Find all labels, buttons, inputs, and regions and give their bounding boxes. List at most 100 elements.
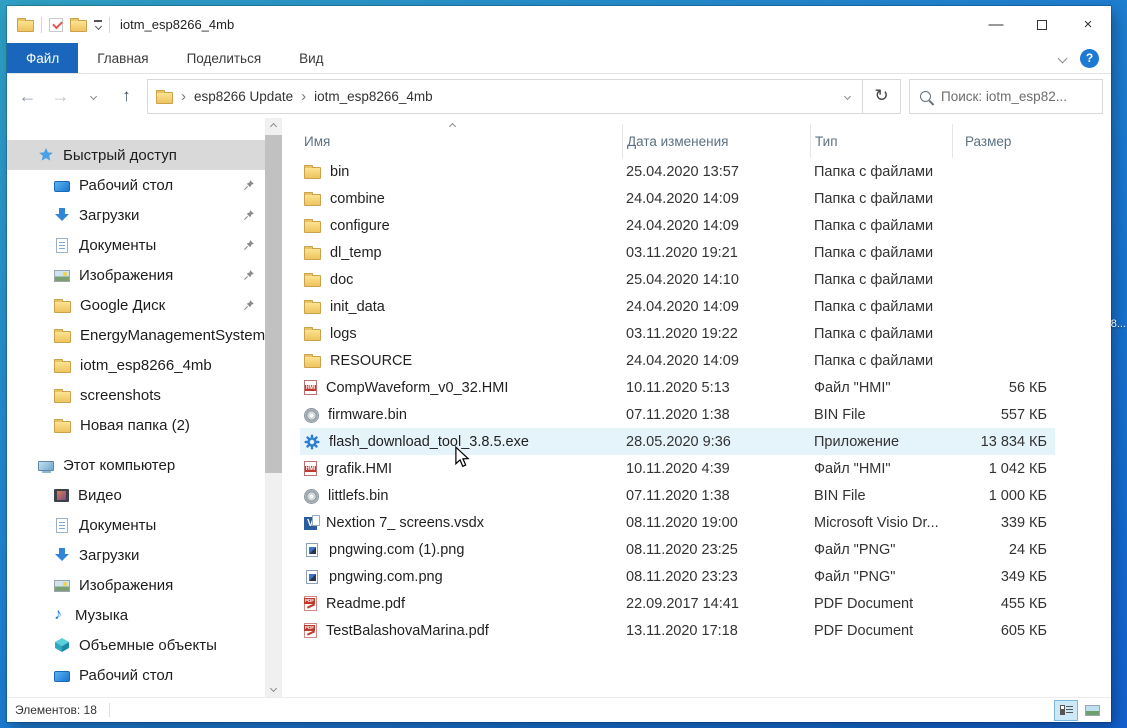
sidebar-item-downloads-qa[interactable]: Загрузки <box>7 200 265 230</box>
sidebar-item-documents-pc[interactable]: Документы <box>7 510 265 540</box>
folder-icon <box>304 275 321 287</box>
3d-objects-icon <box>54 637 70 653</box>
sidebar-item-label: Рабочий стол <box>79 177 173 194</box>
back-button[interactable]: ← <box>11 79 44 113</box>
address-bar[interactable]: › esp8266 Update › iotm_esp8266_4mb <box>147 79 863 114</box>
tab-file[interactable]: Файл <box>7 43 78 73</box>
forward-button[interactable]: → <box>44 79 77 113</box>
file-type: Папка с файлами <box>810 218 952 234</box>
file-row[interactable]: init_data 24.04.2020 14:09 Папка с файла… <box>300 293 1055 320</box>
desktop-icon-label-fragment: 8... <box>1111 318 1126 330</box>
details-view-icon <box>1060 704 1073 716</box>
sidebar-item-label: Видео <box>78 487 122 504</box>
breadcrumb-item-parent[interactable]: esp8266 Update <box>194 89 293 104</box>
breadcrumb-item-current[interactable]: iotm_esp8266_4mb <box>314 89 433 104</box>
navigation-pane: Быстрый доступ Рабочий стол Загрузки Док… <box>7 118 265 697</box>
sidebar-item-iotm-folder[interactable]: iotm_esp8266_4mb <box>7 350 265 380</box>
file-name: littlefs.bin <box>328 488 388 504</box>
sidebar-item-label: Документы <box>79 237 156 254</box>
downloads-icon <box>54 548 70 563</box>
file-row[interactable]: grafik.HMI 10.11.2020 4:39 Файл "HMI" 1 … <box>300 455 1055 482</box>
tab-view[interactable]: Вид <box>280 43 342 73</box>
help-icon[interactable]: ? <box>1080 49 1099 68</box>
sidebar-item-this-pc[interactable]: Этот компьютер <box>7 450 265 480</box>
sidebar-item-screenshots-folder[interactable]: screenshots <box>7 380 265 410</box>
file-row[interactable]: pngwing.com.png 08.11.2020 23:23 Файл "P… <box>300 563 1055 590</box>
file-row[interactable]: bin 25.04.2020 13:57 Папка с файлами <box>300 158 1055 185</box>
file-row[interactable]: RESOURCE 24.04.2020 14:09 Папка с файлам… <box>300 347 1055 374</box>
sidebar-item-pictures-pc[interactable]: Изображения <box>7 570 265 600</box>
sidebar-item-videos[interactable]: Видео <box>7 480 265 510</box>
file-type: Файл "HMI" <box>810 380 952 396</box>
file-list: Имя Дата изменения Тип Размер bin 25.04.… <box>282 118 1111 697</box>
sidebar-item-label: Новая папка (2) <box>80 417 190 434</box>
file-row[interactable]: TestBalashovaMarina.pdf 13.11.2020 17:18… <box>300 617 1055 644</box>
scrollbar-track[interactable] <box>265 135 282 680</box>
sidebar-item-pictures-qa[interactable]: Изображения <box>7 260 265 290</box>
sidebar-item-desktop-qa[interactable]: Рабочий стол <box>7 170 265 200</box>
qat-check-icon[interactable] <box>49 18 63 32</box>
scroll-up-icon[interactable] <box>265 118 282 135</box>
recent-locations-dropdown[interactable] <box>77 79 110 113</box>
qat-customize-dropdown[interactable] <box>94 20 102 29</box>
file-size: 24 КБ <box>952 542 1055 558</box>
file-size: 1 042 КБ <box>952 461 1055 477</box>
file-size: 13 834 КБ <box>952 434 1055 450</box>
file-type: BIN File <box>810 407 952 423</box>
file-row[interactable]: dl_temp 03.11.2020 19:21 Папка с файлами <box>300 239 1055 266</box>
file-row[interactable]: Nextion 7_ screens.vsdx 08.11.2020 19:00… <box>300 509 1055 536</box>
column-header-size[interactable]: Размер <box>952 124 1055 158</box>
tab-home[interactable]: Главная <box>78 43 167 73</box>
navigation-bar: ← → ↑ › esp8266 Update › iotm_esp8266_4m… <box>7 74 1111 118</box>
maximize-button[interactable] <box>1019 6 1065 43</box>
sidebar-item-quick-access[interactable]: Быстрый доступ <box>7 140 265 170</box>
address-dropdown-icon[interactable] <box>832 80 862 113</box>
refresh-button[interactable]: ↻ <box>863 79 901 114</box>
file-row[interactable]: firmware.bin 07.11.2020 1:38 BIN File 55… <box>300 401 1055 428</box>
minimize-button[interactable]: — <box>973 6 1019 43</box>
column-header-date[interactable]: Дата изменения <box>622 124 810 158</box>
expand-ribbon-icon[interactable] <box>1058 53 1068 63</box>
sidebar-scrollbar[interactable] <box>265 118 282 697</box>
file-row[interactable]: logs 03.11.2020 19:22 Папка с файлами <box>300 320 1055 347</box>
file-type: Microsoft Visio Dr... <box>810 515 952 531</box>
file-date: 24.04.2020 14:09 <box>622 353 810 369</box>
sidebar-item-new-folder[interactable]: Новая папка (2) <box>7 410 265 440</box>
folder-icon <box>304 167 321 179</box>
breadcrumb-separator: › <box>177 88 190 105</box>
thumbnails-view-button[interactable] <box>1081 701 1103 720</box>
scrollbar-thumb[interactable] <box>265 135 282 473</box>
file-row[interactable]: CompWaveform_v0_32.HMI 10.11.2020 5:13 Ф… <box>300 374 1055 401</box>
close-button[interactable]: × <box>1065 6 1111 43</box>
file-row[interactable]: littlefs.bin 07.11.2020 1:38 BIN File 1 … <box>300 482 1055 509</box>
file-row-hovered[interactable]: flash_download_tool_3.8.5.exe 28.05.2020… <box>300 428 1055 455</box>
divider <box>109 703 110 717</box>
column-header-type[interactable]: Тип <box>810 124 952 158</box>
scroll-down-icon[interactable] <box>265 680 282 697</box>
file-date: 13.11.2020 17:18 <box>622 623 810 639</box>
sidebar-item-desktop-pc[interactable]: Рабочий стол <box>7 660 265 690</box>
sidebar-item-music[interactable]: ♪ Музыка <box>7 600 265 630</box>
file-row[interactable]: doc 25.04.2020 14:10 Папка с файлами <box>300 266 1055 293</box>
details-view-button[interactable] <box>1055 701 1077 720</box>
sidebar-item-documents-qa[interactable]: Документы <box>7 230 265 260</box>
file-name: RESOURCE <box>330 353 412 369</box>
column-header-name[interactable]: Имя <box>300 124 622 158</box>
qat-new-folder-icon[interactable] <box>70 20 87 32</box>
file-row[interactable]: pngwing.com (1).png 08.11.2020 23:25 Фай… <box>300 536 1055 563</box>
tab-share[interactable]: Поделиться <box>168 43 281 73</box>
sidebar-item-label: Объемные объекты <box>79 637 217 654</box>
file-name: pngwing.com (1).png <box>329 542 464 558</box>
file-row[interactable]: combine 24.04.2020 14:09 Папка с файлами <box>300 185 1055 212</box>
file-row[interactable]: configure 24.04.2020 14:09 Папка с файла… <box>300 212 1055 239</box>
sidebar-item-3d-objects[interactable]: Объемные объекты <box>7 630 265 660</box>
folder-icon <box>54 391 71 403</box>
search-input[interactable]: Поиск: iotm_esp82... <box>909 79 1103 114</box>
file-size: 557 КБ <box>952 407 1055 423</box>
sidebar-item-google-drive[interactable]: Google Диск <box>7 290 265 320</box>
up-button[interactable]: ↑ <box>110 79 143 113</box>
file-name: Nextion 7_ screens.vsdx <box>326 515 484 531</box>
file-row[interactable]: Readme.pdf 22.09.2017 14:41 PDF Document… <box>300 590 1055 617</box>
sidebar-item-energy-folder[interactable]: EnergyManagementSystemN <box>7 320 265 350</box>
sidebar-item-downloads-pc[interactable]: Загрузки <box>7 540 265 570</box>
